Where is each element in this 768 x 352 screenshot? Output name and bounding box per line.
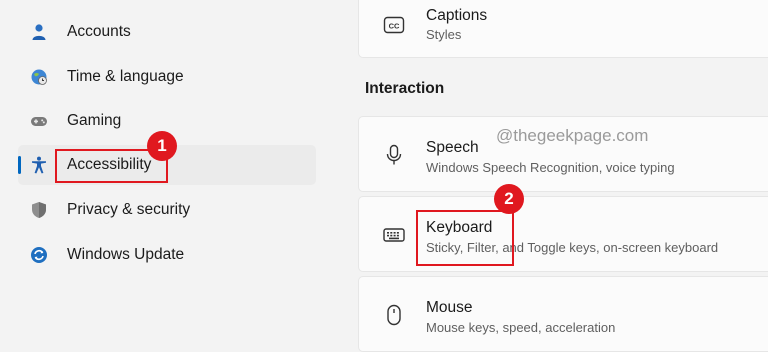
settings-main: CC Captions Styles Interaction Speech Wi… (358, 0, 768, 352)
gamepad-icon (31, 117, 47, 126)
card-title: Captions (426, 7, 488, 24)
mouse-icon (387, 304, 401, 326)
shield-icon (32, 202, 46, 218)
person-icon (32, 24, 46, 40)
svg-text:CC: CC (389, 22, 400, 31)
sidebar-item-label: Windows Update (67, 246, 185, 263)
card-subtitle: Mouse keys, speed, acceleration (426, 320, 616, 335)
sidebar-item-label: Gaming (67, 112, 122, 129)
sidebar-item-label: Accounts (67, 23, 131, 40)
captions-card[interactable]: CC Captions Styles (358, 0, 768, 58)
mouse-card[interactable]: Mouse Mouse keys, speed, acceleration (358, 276, 768, 352)
watermark: @thegeekpage.com (496, 126, 649, 145)
sidebar-item-label: Time & language (67, 68, 184, 85)
step-badge-1: 1 (147, 131, 177, 161)
card-subtitle: Windows Speech Recognition, voice typing (426, 160, 675, 175)
captions-icon: CC (383, 16, 405, 34)
keyboard-icon (383, 228, 405, 242)
section-heading-interaction: Interaction (365, 80, 445, 97)
sidebar-item-accounts[interactable]: Accounts (18, 12, 316, 52)
sidebar-item-privacy-security[interactable]: Privacy & security (18, 190, 316, 230)
card-title: Speech (426, 139, 479, 156)
accessibility-icon (32, 156, 46, 174)
sidebar-item-windows-update[interactable]: Windows Update (18, 235, 316, 275)
sidebar-item-label: Privacy & security (67, 201, 191, 218)
update-icon (31, 247, 47, 263)
globe-clock-icon (31, 69, 47, 85)
card-subtitle: Styles (426, 27, 462, 42)
card-title: Mouse (426, 299, 473, 316)
step-badge-2: 2 (494, 184, 524, 214)
highlight-box-keyboard (416, 210, 514, 266)
microphone-icon (386, 144, 402, 165)
selection-indicator (18, 156, 21, 174)
sidebar-item-time-language[interactable]: Time & language (18, 57, 316, 97)
